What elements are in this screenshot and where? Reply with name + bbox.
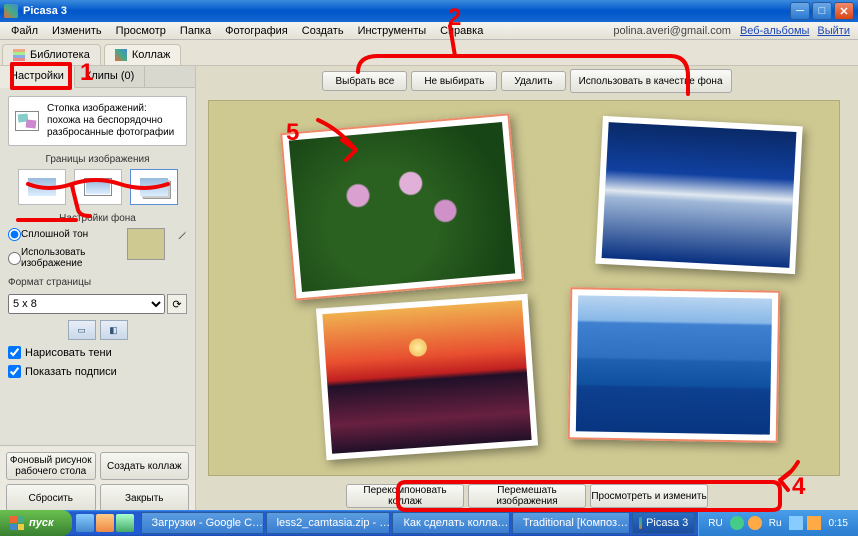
close-collage-button[interactable]: Закрыть: [100, 484, 190, 512]
photo-mountains[interactable]: [568, 287, 781, 443]
lang-indicator-2[interactable]: Ru: [766, 518, 785, 529]
bg-image-radio[interactable]: Использовать изображение: [8, 247, 113, 269]
tab-library[interactable]: Библиотека: [2, 44, 101, 65]
task-downloads[interactable]: Загрузки - Google C…: [141, 512, 264, 534]
page-format-select[interactable]: 5 x 8: [8, 294, 165, 314]
menu-photo[interactable]: Фотография: [218, 23, 295, 39]
tray-shield-icon[interactable]: [730, 516, 744, 530]
task-camtasia[interactable]: less2_camtasia.zip - …: [266, 512, 391, 534]
tray-volume-icon[interactable]: [789, 516, 803, 530]
page-format-label: Формат страницы: [8, 277, 187, 288]
use-as-bg-button[interactable]: Использовать в качестве фона: [570, 69, 732, 93]
tray-alert-icon[interactable]: [748, 516, 762, 530]
clock: 0:15: [825, 518, 852, 529]
stack-layout-icon: [15, 111, 39, 131]
maximize-button[interactable]: □: [812, 2, 832, 20]
tab-collage[interactable]: Коллаж: [104, 44, 182, 65]
wallpaper-button[interactable]: Фоновый рисунок рабочего стола: [6, 452, 96, 480]
delete-button[interactable]: Удалить: [501, 71, 565, 91]
task-howto[interactable]: Как сделать колла…: [392, 512, 509, 534]
task-picasa[interactable]: Picasa 3: [632, 512, 696, 534]
bg-solid-radio[interactable]: Сплошной тон: [8, 228, 113, 241]
menu-view[interactable]: Просмотр: [109, 23, 173, 39]
layout-description: Стопка изображений: похожа на беспорядоч…: [47, 103, 180, 139]
shadows-checkbox[interactable]: Нарисовать тени: [8, 346, 187, 359]
bg-color-swatch[interactable]: [127, 228, 165, 260]
minimize-button[interactable]: ─: [790, 2, 810, 20]
menu-folder[interactable]: Папка: [173, 23, 218, 39]
recompose-button[interactable]: Перекомпоновать коллаж: [346, 484, 464, 508]
lang-indicator[interactable]: RU: [705, 518, 725, 529]
eyedropper-icon[interactable]: [177, 228, 187, 242]
library-icon: [13, 49, 25, 61]
borders-label: Границы изображения: [8, 154, 187, 165]
captions-checkbox[interactable]: Показать подписи: [8, 365, 187, 378]
collage-icon: [115, 49, 127, 61]
window-title: Picasa 3: [23, 5, 790, 17]
ql-player-icon[interactable]: [96, 514, 114, 532]
menu-tools[interactable]: Инструменты: [351, 23, 434, 39]
reset-button[interactable]: Сбросить: [6, 484, 96, 512]
menu-create[interactable]: Создать: [295, 23, 351, 39]
account-email: polina.averi@gmail.com: [608, 25, 736, 37]
ql-desktop-icon[interactable]: [76, 514, 94, 532]
border-none[interactable]: [18, 169, 66, 205]
menubar: Файл Изменить Просмотр Папка Фотография …: [0, 22, 858, 40]
preview-button[interactable]: Просмотреть и изменить: [590, 484, 708, 508]
tab-collage-label: Коллаж: [132, 49, 171, 61]
select-none-button[interactable]: Не выбирать: [411, 71, 497, 91]
taskbar: пуск Загрузки - Google C… less2_camtasia…: [0, 510, 858, 536]
menu-help[interactable]: Справка: [433, 23, 490, 39]
ql-app-icon[interactable]: [116, 514, 134, 532]
background-label: Настройки фона: [8, 213, 187, 224]
side-tab-settings[interactable]: Настройки: [0, 66, 75, 88]
task-traditional[interactable]: Traditional [Композ…: [512, 512, 630, 534]
collage-stage[interactable]: [208, 100, 840, 476]
web-albums-link[interactable]: Веб-альбомы: [736, 25, 813, 37]
photo-flowers[interactable]: [280, 113, 524, 300]
orientation-button[interactable]: ⟳: [167, 294, 187, 314]
zoom-button[interactable]: ▭: [68, 320, 96, 340]
menu-file[interactable]: Файл: [4, 23, 45, 39]
fit-button[interactable]: ◧: [100, 320, 128, 340]
tray-network-icon[interactable]: [807, 516, 821, 530]
app-icon: [4, 4, 18, 18]
photo-forest[interactable]: [595, 116, 802, 274]
photo-sunset[interactable]: [316, 294, 538, 460]
sidebar: Настройки Клипы (0) Стопка изображений: …: [0, 66, 196, 518]
shuffle-button[interactable]: Перемешать изображения: [468, 484, 586, 508]
select-all-button[interactable]: Выбрать все: [322, 71, 407, 91]
start-button[interactable]: пуск: [0, 510, 72, 536]
create-collage-button[interactable]: Создать коллаж: [100, 452, 190, 480]
tab-library-label: Библиотека: [30, 49, 90, 61]
layout-selector[interactable]: Стопка изображений: похожа на беспорядоч…: [8, 96, 187, 146]
side-tab-clips[interactable]: Клипы (0): [75, 66, 145, 87]
border-white[interactable]: [74, 169, 122, 205]
canvas-area: Выбрать все Не выбирать Удалить Использо…: [196, 66, 858, 518]
menu-edit[interactable]: Изменить: [45, 23, 109, 39]
close-button[interactable]: ✕: [834, 2, 854, 20]
border-polaroid[interactable]: [130, 169, 178, 205]
windows-icon: [10, 516, 24, 530]
logout-link[interactable]: Выйти: [813, 25, 854, 37]
picasa-icon: [639, 517, 643, 529]
